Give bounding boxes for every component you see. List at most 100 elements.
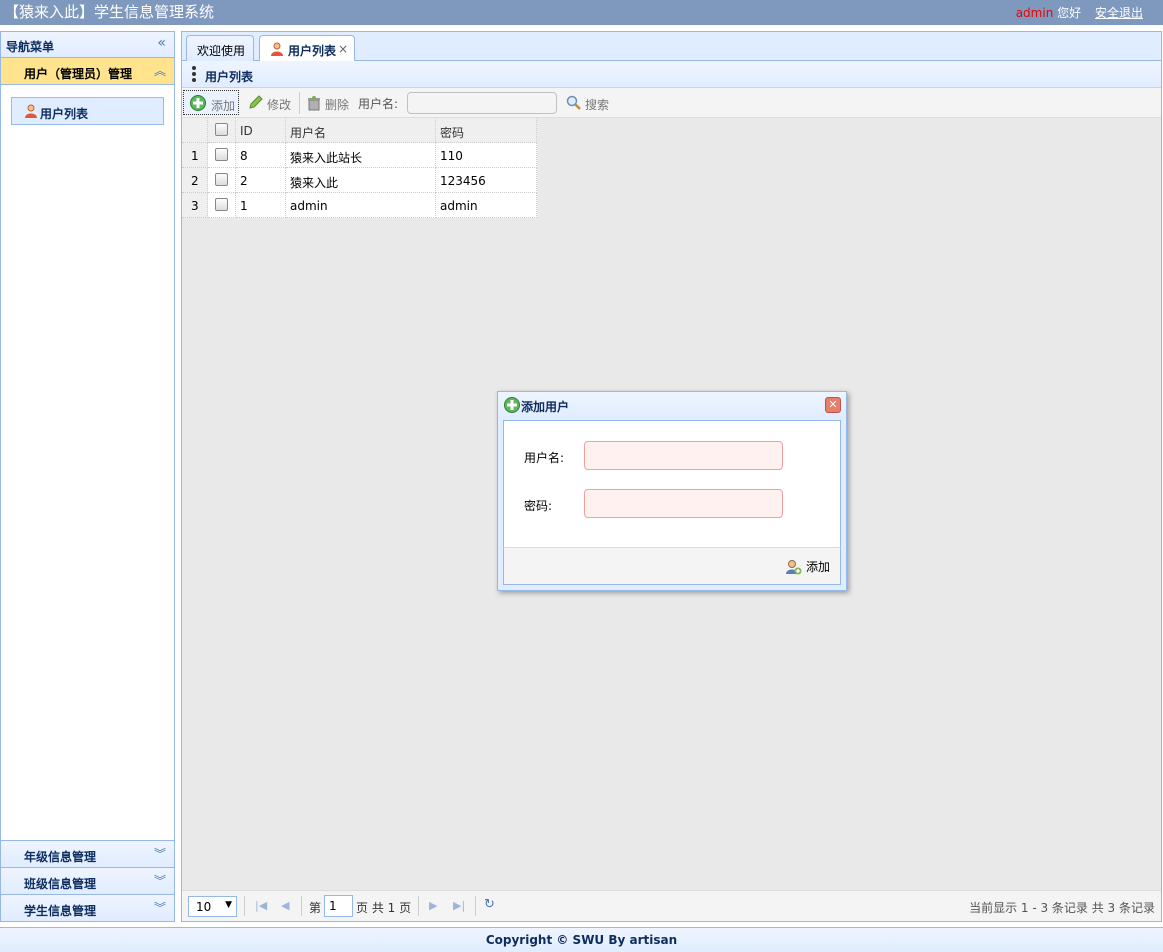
add-button[interactable]: 添加 [183, 90, 239, 115]
row-checkbox[interactable] [208, 193, 236, 218]
dialog-title: 添加用户 [521, 400, 570, 414]
add-icon [504, 397, 520, 413]
page-suffix: 页 共 1 页 [356, 901, 412, 915]
cell-username: 猿来入此站长 [286, 143, 436, 168]
sidebar-item-user-list[interactable]: 用户列表 [11, 97, 164, 125]
grid-panel-header: 用户列表 [182, 61, 1161, 88]
column-header-id[interactable]: ID [236, 118, 286, 143]
navigation-panel: 导航菜单 « 用户（管理员）管理 ︽ 用户列表 年级信息管理 ︾ 班级信息管理 … [0, 31, 175, 922]
column-header-password[interactable]: 密码 [436, 118, 537, 143]
username-label: 用户名: [524, 451, 565, 465]
tab-welcome[interactable]: 欢迎使用 [186, 35, 254, 61]
dropdown-arrow-icon: ▼ [225, 900, 232, 910]
tab-user-list[interactable]: 用户列表 × [259, 35, 355, 62]
row-number: 3 [182, 193, 208, 218]
drag-handle-icon [192, 66, 196, 82]
table-row[interactable]: 2 2 猿来入此 123456 [182, 168, 537, 193]
user-icon [24, 104, 38, 118]
accordion-label: 用户（管理员）管理 [24, 67, 133, 81]
pagination-bar: 10 ▼ |◀ ◀ 第 页 共 1 页 ▶ ▶| ↻ 当前显示 1 - 3 条记… [182, 890, 1161, 921]
password-field[interactable] [584, 489, 783, 518]
search-username-input[interactable] [407, 92, 557, 114]
collapse-left-icon[interactable]: « [157, 35, 166, 51]
close-icon[interactable]: ✕ [825, 397, 841, 413]
checkbox-icon [215, 123, 228, 136]
checkbox-icon [215, 173, 228, 186]
chevron-down-icon[interactable]: ︾ [154, 899, 166, 916]
delete-label: 删除 [325, 98, 350, 112]
chevron-down-icon[interactable]: ︾ [154, 845, 166, 862]
accordion-label: 学生信息管理 [24, 904, 97, 918]
pager-divider [475, 896, 476, 916]
search-label: 搜索 [585, 98, 610, 112]
row-checkbox[interactable] [208, 143, 236, 168]
user-area: admin 您好 安全退出 [1016, 4, 1143, 21]
cell-password: 123456 [436, 168, 537, 193]
row-checkbox[interactable] [208, 168, 236, 193]
column-header-username[interactable]: 用户名 [286, 118, 436, 143]
edit-label: 修改 [267, 98, 292, 112]
user-add-icon [786, 559, 802, 575]
first-page-icon[interactable]: |◀ [255, 899, 267, 912]
row-number: 2 [182, 168, 208, 193]
grid-toolbar: 添加 修改 删除 用户名: 搜索 [182, 88, 1161, 118]
search-icon [566, 95, 581, 110]
toolbar-divider [299, 92, 300, 114]
pager-divider [244, 896, 245, 916]
next-page-icon[interactable]: ▶ [429, 899, 437, 912]
navigation-header: 导航菜单 « [1, 32, 174, 58]
table-row[interactable]: 1 8 猿来入此站长 110 [182, 143, 537, 168]
chevron-up-icon[interactable]: ︽ [154, 62, 166, 79]
row-number: 1 [182, 143, 208, 168]
page-size-select[interactable]: 10 ▼ [188, 896, 237, 917]
page-size-value: 10 [196, 900, 212, 914]
add-icon [190, 95, 206, 111]
cell-id: 2 [236, 168, 286, 193]
cell-username: admin [286, 193, 436, 218]
refresh-icon[interactable]: ↻ [484, 897, 495, 912]
delete-icon [306, 95, 322, 111]
pager-divider [301, 896, 302, 916]
checkbox-icon [215, 198, 228, 211]
tab-label: 欢迎使用 [197, 44, 246, 58]
password-label: 密码: [524, 499, 553, 513]
search-username-label: 用户名: [358, 97, 399, 111]
cell-username: 猿来入此 [286, 168, 436, 193]
tab-close-icon[interactable]: × [338, 42, 348, 56]
accordion-user-management[interactable]: 用户（管理员）管理 ︽ [1, 58, 174, 85]
tab-label: 用户列表 [288, 44, 337, 58]
page-prefix: 第 [309, 901, 322, 915]
table-row[interactable]: 3 1 admin admin [182, 193, 537, 218]
add-user-dialog: 添加用户 ✕ 用户名: 密码: 添加 [497, 391, 847, 591]
accordion-label: 班级信息管理 [24, 877, 97, 891]
search-button[interactable]: 搜索 [563, 90, 613, 115]
username-field[interactable] [584, 441, 783, 470]
prev-page-icon[interactable]: ◀ [281, 899, 289, 912]
page-number-input[interactable] [324, 895, 353, 917]
greeting: 您好 [1057, 6, 1082, 20]
pager-divider [418, 896, 419, 916]
cell-id: 1 [236, 193, 286, 218]
logout-link[interactable]: 安全退出 [1095, 6, 1143, 20]
add-label: 添加 [211, 99, 236, 113]
username: admin [1015, 6, 1054, 20]
chevron-down-icon[interactable]: ︾ [154, 872, 166, 889]
accordion-student-management[interactable]: 学生信息管理 ︾ [1, 894, 174, 921]
edit-button[interactable]: 修改 [244, 90, 296, 115]
grid-header-row: ID 用户名 密码 [182, 118, 537, 143]
top-header: 【猿来入此】学生信息管理系统 admin 您好 安全退出 [0, 0, 1163, 25]
page-footer: Copyright © SWU By artisan [0, 927, 1163, 952]
delete-button[interactable]: 删除 [304, 90, 354, 115]
submit-add-user-button[interactable]: 添加 [786, 558, 830, 575]
accordion-label: 年级信息管理 [24, 850, 97, 864]
last-page-icon[interactable]: ▶| [453, 899, 465, 912]
checkbox-icon [215, 148, 228, 161]
dialog-header: 添加用户 ✕ [498, 392, 846, 419]
select-all-checkbox[interactable] [208, 118, 236, 143]
accordion-class-management[interactable]: 班级信息管理 ︾ [1, 867, 174, 894]
cell-password: admin [436, 193, 537, 218]
navigation-title: 导航菜单 [6, 40, 55, 54]
app-title: 【猿来入此】学生信息管理系统 [4, 3, 215, 21]
cell-password: 110 [436, 143, 537, 168]
accordion-grade-management[interactable]: 年级信息管理 ︾ [1, 840, 174, 867]
